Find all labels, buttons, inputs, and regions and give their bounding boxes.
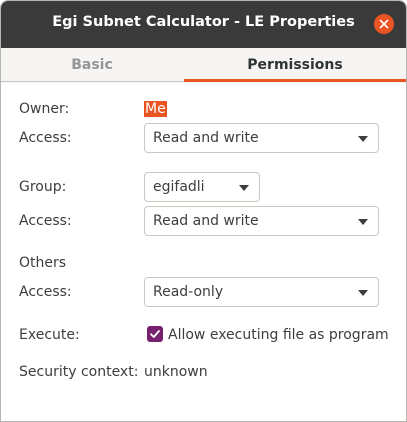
owner-access-label: Access: xyxy=(19,130,72,146)
group-access-dropdown[interactable]: Read and write xyxy=(144,206,379,236)
title-bar[interactable]: Egi Subnet Calculator - LE Properties xyxy=(1,1,406,48)
others-heading: Others xyxy=(19,255,67,271)
others-access-label: Access: xyxy=(19,284,72,300)
window-title: Egi Subnet Calculator - LE Properties xyxy=(52,14,355,30)
tab-permissions[interactable]: Permissions xyxy=(184,48,406,82)
group-dropdown[interactable]: egifadli xyxy=(144,172,260,202)
tab-basic-label: Basic xyxy=(71,56,113,73)
chevron-down-icon xyxy=(358,219,368,225)
owner-label: Owner: xyxy=(19,101,70,117)
owner-value[interactable]: Me xyxy=(144,101,167,117)
close-icon xyxy=(379,19,389,29)
group-value: egifadli xyxy=(153,179,205,195)
execute-checkbox[interactable] xyxy=(147,326,163,342)
owner-access-value: Read and write xyxy=(153,130,259,146)
close-button[interactable] xyxy=(374,14,394,34)
tab-permissions-label: Permissions xyxy=(247,56,343,73)
active-tab-indicator xyxy=(184,79,406,82)
security-context-value: unknown xyxy=(144,364,208,380)
others-access-value: Read-only xyxy=(153,284,224,300)
properties-dialog: Egi Subnet Calculator - LE Properties Ba… xyxy=(0,0,407,422)
execute-checkbox-label[interactable]: Allow executing file as program xyxy=(168,327,389,343)
group-access-value: Read and write xyxy=(153,213,259,229)
tab-bar: Basic Permissions xyxy=(1,48,406,82)
group-access-label: Access: xyxy=(19,213,72,229)
security-context-label: Security context: xyxy=(19,364,139,380)
tab-basic[interactable]: Basic xyxy=(1,48,183,81)
others-access-dropdown[interactable]: Read-only xyxy=(144,277,379,307)
execute-label: Execute: xyxy=(19,327,80,343)
owner-access-dropdown[interactable]: Read and write xyxy=(144,123,379,153)
permissions-panel: Owner: Me Access: Read and write Group: … xyxy=(1,83,406,421)
check-icon xyxy=(150,330,160,338)
chevron-down-icon xyxy=(358,136,368,142)
chevron-down-icon xyxy=(358,290,368,296)
chevron-down-icon xyxy=(239,185,249,191)
group-label: Group: xyxy=(19,179,67,195)
